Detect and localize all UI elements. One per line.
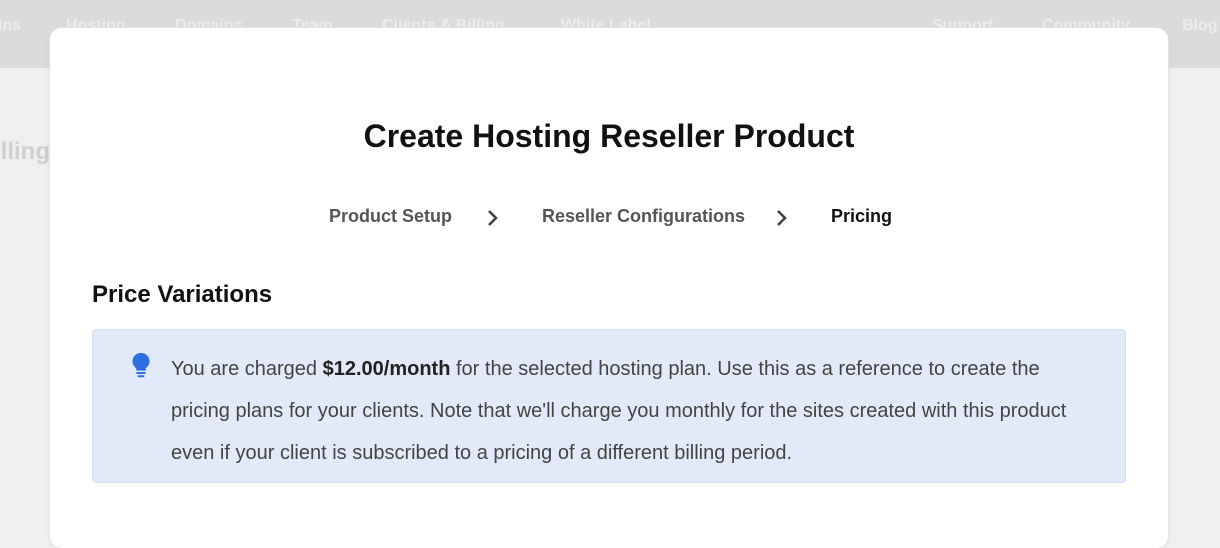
chevron-right-icon <box>777 210 787 226</box>
step-pricing[interactable]: Pricing <box>831 206 892 227</box>
background-page-heading: illing <box>0 138 50 165</box>
lightbulb-icon <box>132 353 150 378</box>
create-product-modal: Create Hosting Reseller Product Product … <box>50 28 1168 548</box>
notice-text: You are charged $12.00/month for the sel… <box>171 358 1067 464</box>
section-title-price-variations: Price Variations <box>92 281 273 308</box>
nav-item-plugins[interactable]: ins <box>0 17 21 35</box>
chevron-right-icon <box>488 210 498 226</box>
stepper: Product Setup Reseller Configurations Pr… <box>50 206 1168 230</box>
modal-title: Create Hosting Reseller Product <box>363 118 855 154</box>
step-reseller-configurations[interactable]: Reseller Configurations <box>542 206 745 227</box>
plan-price: $12.00/month <box>322 358 451 380</box>
nav-item-blog[interactable]: Blog <box>1182 17 1218 35</box>
step-product-setup[interactable]: Product Setup <box>329 206 452 227</box>
info-notice: You are charged $12.00/month for the sel… <box>92 329 1126 483</box>
